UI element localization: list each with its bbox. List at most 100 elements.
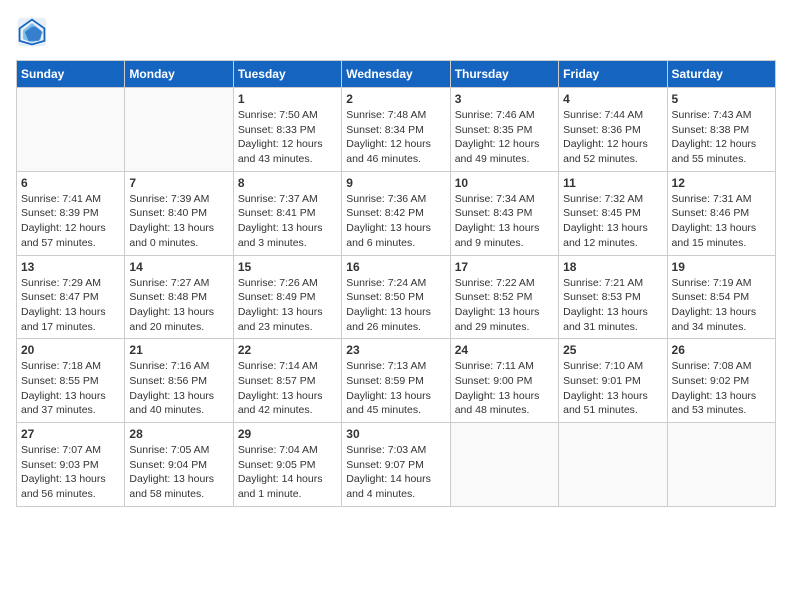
calendar-cell: 2Sunrise: 7:48 AM Sunset: 8:34 PM Daylig…: [342, 88, 450, 172]
calendar-cell: 29 Sunrise: 7:04 AM Sunset: 9:05 PM Dayli…: [233, 423, 341, 507]
calendar-week-row: 27 Sunrise: 7:07 AM Sunset: 9:03 PM Dayli…: [17, 423, 776, 507]
day-number: 18: [563, 260, 662, 274]
calendar-cell: 4 Sunrise: 7:44 AM Sunset: 8:36 PM Daylig…: [559, 88, 667, 172]
calendar-cell: 20Sunrise: 7:18 AM Sunset: 8:55 PM Dayli…: [17, 339, 125, 423]
day-number: 11: [563, 176, 662, 190]
day-number: 25: [563, 343, 662, 357]
calendar-cell: 19 Sunrise: 7:19 AM Sunset: 8:54 PM Dayli…: [667, 255, 775, 339]
cell-content: Sunrise: 7:03 AM Sunset: 9:07 PM Dayligh…: [346, 443, 445, 502]
day-header-thursday: Thursday: [450, 61, 558, 88]
day-number: 10: [455, 176, 554, 190]
day-number: 14: [129, 260, 228, 274]
calendar-cell: 10 Sunrise: 7:34 AM Sunset: 8:43 PM Dayli…: [450, 171, 558, 255]
calendar-cell: [17, 88, 125, 172]
cell-content: Sunrise: 7:14 AM Sunset: 8:57 PM Dayligh…: [238, 359, 337, 418]
cell-content: Sunrise: 7:11 AM Sunset: 9:00 PM Dayligh…: [455, 359, 554, 418]
day-number: 28: [129, 427, 228, 441]
cell-content: Sunrise: 7:50 AM Sunset: 8:33 PM Dayligh…: [238, 108, 337, 167]
calendar-cell: 22 Sunrise: 7:14 AM Sunset: 8:57 PM Dayli…: [233, 339, 341, 423]
cell-content: Sunrise: 7:26 AM Sunset: 8:49 PM Dayligh…: [238, 276, 337, 335]
day-header-friday: Friday: [559, 61, 667, 88]
day-number: 1: [238, 92, 337, 106]
calendar-cell: 11 Sunrise: 7:32 AM Sunset: 8:45 PM Dayli…: [559, 171, 667, 255]
calendar-week-row: 6 Sunrise: 7:41 AM Sunset: 8:39 PM Daylig…: [17, 171, 776, 255]
calendar-cell: 14 Sunrise: 7:27 AM Sunset: 8:48 PM Dayli…: [125, 255, 233, 339]
cell-content: Sunrise: 7:05 AM Sunset: 9:04 PM Dayligh…: [129, 443, 228, 502]
logo-icon: [16, 16, 48, 48]
calendar-cell: 6 Sunrise: 7:41 AM Sunset: 8:39 PM Daylig…: [17, 171, 125, 255]
calendar-week-row: 20Sunrise: 7:18 AM Sunset: 8:55 PM Dayli…: [17, 339, 776, 423]
logo: [16, 16, 52, 48]
calendar-week-row: 1 Sunrise: 7:50 AM Sunset: 8:33 PM Daylig…: [17, 88, 776, 172]
cell-content: Sunrise: 7:21 AM Sunset: 8:53 PM Dayligh…: [563, 276, 662, 335]
day-header-monday: Monday: [125, 61, 233, 88]
calendar-cell: 21Sunrise: 7:16 AM Sunset: 8:56 PM Dayli…: [125, 339, 233, 423]
day-number: 23: [346, 343, 445, 357]
day-header-tuesday: Tuesday: [233, 61, 341, 88]
calendar-cell: 30 Sunrise: 7:03 AM Sunset: 9:07 PM Dayli…: [342, 423, 450, 507]
day-number: 19: [672, 260, 771, 274]
calendar-cell: 12 Sunrise: 7:31 AM Sunset: 8:46 PM Dayli…: [667, 171, 775, 255]
cell-content: Sunrise: 7:39 AM Sunset: 8:40 PM Dayligh…: [129, 192, 228, 251]
day-number: 22: [238, 343, 337, 357]
calendar-cell: 8 Sunrise: 7:37 AM Sunset: 8:41 PM Daylig…: [233, 171, 341, 255]
calendar-cell: 15 Sunrise: 7:26 AM Sunset: 8:49 PM Dayli…: [233, 255, 341, 339]
cell-content: Sunrise: 7:19 AM Sunset: 8:54 PM Dayligh…: [672, 276, 771, 335]
page-header: [16, 16, 776, 48]
day-number: 13: [21, 260, 120, 274]
day-header-sunday: Sunday: [17, 61, 125, 88]
cell-content: Sunrise: 7:36 AM Sunset: 8:42 PM Dayligh…: [346, 192, 445, 251]
calendar-cell: 13 Sunrise: 7:29 AM Sunset: 8:47 PM Dayli…: [17, 255, 125, 339]
day-number: 27: [21, 427, 120, 441]
calendar-cell: 26 Sunrise: 7:08 AM Sunset: 9:02 PM Dayli…: [667, 339, 775, 423]
day-number: 3: [455, 92, 554, 106]
day-number: 24: [455, 343, 554, 357]
calendar-cell: [125, 88, 233, 172]
calendar-cell: [667, 423, 775, 507]
day-number: 29: [238, 427, 337, 441]
cell-content: Sunrise: 7:04 AM Sunset: 9:05 PM Dayligh…: [238, 443, 337, 502]
day-number: 20: [21, 343, 120, 357]
calendar-cell: 27 Sunrise: 7:07 AM Sunset: 9:03 PM Dayli…: [17, 423, 125, 507]
cell-content: Sunrise: 7:37 AM Sunset: 8:41 PM Dayligh…: [238, 192, 337, 251]
calendar-cell: [450, 423, 558, 507]
calendar-table: SundayMondayTuesdayWednesdayThursdayFrid…: [16, 60, 776, 507]
cell-content: Sunrise: 7:13 AM Sunset: 8:59 PM Dayligh…: [346, 359, 445, 418]
calendar-cell: 17Sunrise: 7:22 AM Sunset: 8:52 PM Dayli…: [450, 255, 558, 339]
calendar-cell: 3Sunrise: 7:46 AM Sunset: 8:35 PM Daylig…: [450, 88, 558, 172]
cell-content: Sunrise: 7:16 AM Sunset: 8:56 PM Dayligh…: [129, 359, 228, 418]
cell-content: Sunrise: 7:32 AM Sunset: 8:45 PM Dayligh…: [563, 192, 662, 251]
day-number: 26: [672, 343, 771, 357]
calendar-cell: 7Sunrise: 7:39 AM Sunset: 8:40 PM Daylig…: [125, 171, 233, 255]
day-number: 9: [346, 176, 445, 190]
calendar-cell: 18 Sunrise: 7:21 AM Sunset: 8:53 PM Dayli…: [559, 255, 667, 339]
calendar-week-row: 13 Sunrise: 7:29 AM Sunset: 8:47 PM Dayli…: [17, 255, 776, 339]
cell-content: Sunrise: 7:43 AM Sunset: 8:38 PM Dayligh…: [672, 108, 771, 167]
cell-content: Sunrise: 7:34 AM Sunset: 8:43 PM Dayligh…: [455, 192, 554, 251]
day-number: 12: [672, 176, 771, 190]
calendar-cell: 1 Sunrise: 7:50 AM Sunset: 8:33 PM Daylig…: [233, 88, 341, 172]
cell-content: Sunrise: 7:44 AM Sunset: 8:36 PM Dayligh…: [563, 108, 662, 167]
cell-content: Sunrise: 7:31 AM Sunset: 8:46 PM Dayligh…: [672, 192, 771, 251]
calendar-cell: [559, 423, 667, 507]
cell-content: Sunrise: 7:41 AM Sunset: 8:39 PM Dayligh…: [21, 192, 120, 251]
day-header-wednesday: Wednesday: [342, 61, 450, 88]
calendar-cell: 16Sunrise: 7:24 AM Sunset: 8:50 PM Dayli…: [342, 255, 450, 339]
cell-content: Sunrise: 7:29 AM Sunset: 8:47 PM Dayligh…: [21, 276, 120, 335]
cell-content: Sunrise: 7:08 AM Sunset: 9:02 PM Dayligh…: [672, 359, 771, 418]
day-number: 4: [563, 92, 662, 106]
day-number: 30: [346, 427, 445, 441]
calendar-cell: 23 Sunrise: 7:13 AM Sunset: 8:59 PM Dayli…: [342, 339, 450, 423]
calendar-cell: 24 Sunrise: 7:11 AM Sunset: 9:00 PM Dayli…: [450, 339, 558, 423]
cell-content: Sunrise: 7:10 AM Sunset: 9:01 PM Dayligh…: [563, 359, 662, 418]
day-number: 6: [21, 176, 120, 190]
calendar-cell: 9 Sunrise: 7:36 AM Sunset: 8:42 PM Daylig…: [342, 171, 450, 255]
day-header-saturday: Saturday: [667, 61, 775, 88]
day-number: 15: [238, 260, 337, 274]
day-number: 8: [238, 176, 337, 190]
cell-content: Sunrise: 7:27 AM Sunset: 8:48 PM Dayligh…: [129, 276, 228, 335]
cell-content: Sunrise: 7:07 AM Sunset: 9:03 PM Dayligh…: [21, 443, 120, 502]
day-number: 17: [455, 260, 554, 274]
calendar-cell: 25 Sunrise: 7:10 AM Sunset: 9:01 PM Dayli…: [559, 339, 667, 423]
cell-content: Sunrise: 7:24 AM Sunset: 8:50 PM Dayligh…: [346, 276, 445, 335]
